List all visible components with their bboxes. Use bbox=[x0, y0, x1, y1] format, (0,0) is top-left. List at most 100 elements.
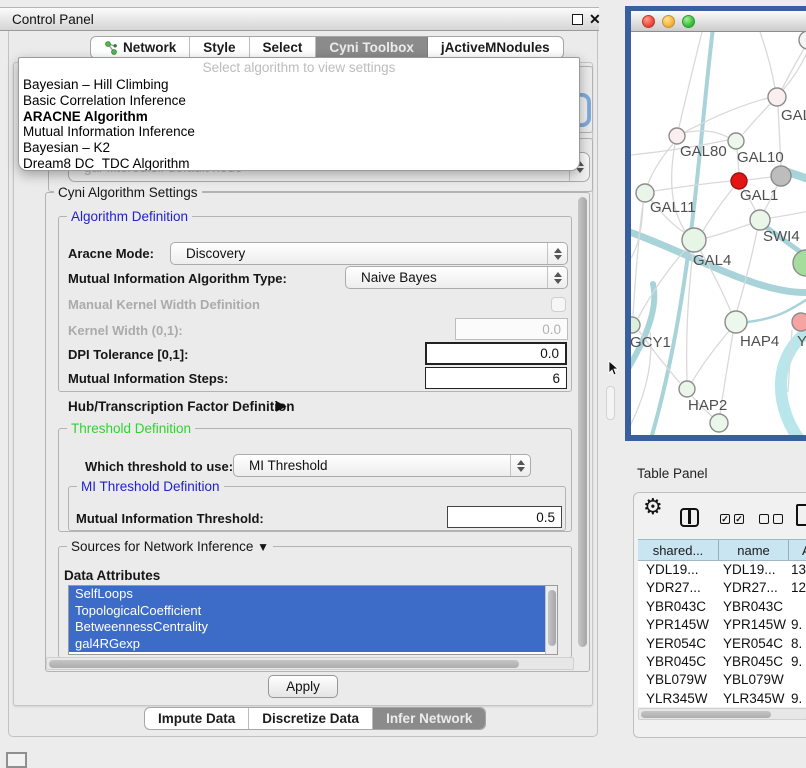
network-node[interactable] bbox=[768, 88, 786, 106]
algorithm-popup-item[interactable]: Dream8 DC_TDC Algorithm bbox=[19, 156, 579, 171]
zoom-traffic-light[interactable] bbox=[682, 15, 695, 28]
table-cell: YDL19... bbox=[646, 561, 718, 579]
table-cell: YPR145W bbox=[646, 616, 718, 634]
table-cell: 8. bbox=[791, 635, 806, 653]
data-attribute-item[interactable]: SelfLoops bbox=[69, 586, 557, 603]
document-icon[interactable] bbox=[796, 504, 806, 526]
tab-discretize-data[interactable]: Discretize Data bbox=[249, 708, 373, 729]
aracne-mode-combo[interactable]: Discovery bbox=[170, 242, 568, 265]
network-node-label: GCY1 bbox=[631, 334, 671, 351]
network-node[interactable] bbox=[725, 311, 747, 333]
mi-steps-label: Mutual Information Steps: bbox=[68, 371, 228, 386]
settings-vertical-scrollbar[interactable] bbox=[578, 197, 587, 647]
algorithm-popup-item[interactable]: ARACNE Algorithm bbox=[19, 109, 579, 125]
data-attribute-item[interactable]: TopologicalCoefficient bbox=[69, 603, 557, 620]
mi-threshold-field[interactable]: 0.5 bbox=[447, 506, 562, 528]
network-node[interactable] bbox=[669, 128, 685, 144]
checked-checkbox-icon[interactable]: ✓ bbox=[734, 514, 744, 524]
table-row[interactable]: YBL079WYBL079W bbox=[638, 671, 806, 689]
network-node[interactable] bbox=[631, 317, 640, 333]
column-header-partial[interactable]: A bbox=[789, 540, 806, 560]
which-threshold-combo[interactable]: MI Threshold bbox=[233, 454, 531, 477]
network-node-label: Y bbox=[797, 333, 806, 350]
tab-cyni-toolbox[interactable]: Cyni Toolbox bbox=[316, 37, 428, 58]
column-header-name[interactable]: name bbox=[719, 540, 789, 560]
chevron-down-icon[interactable]: ▼ bbox=[257, 540, 269, 554]
attributes-scrollbar-track[interactable] bbox=[545, 586, 557, 654]
table-cell: YDR27... bbox=[723, 579, 787, 597]
table-cell: YBR043C bbox=[646, 598, 718, 616]
checked-checkbox-icon[interactable]: ✓ bbox=[720, 514, 730, 524]
network-node[interactable] bbox=[750, 210, 770, 230]
panel-dock-icon[interactable] bbox=[6, 752, 27, 768]
network-node[interactable] bbox=[799, 32, 806, 49]
apply-button[interactable]: Apply bbox=[268, 675, 338, 698]
close-traffic-light[interactable] bbox=[642, 15, 655, 28]
table-cell: YPR145W bbox=[723, 616, 787, 634]
stepper-icon bbox=[547, 267, 567, 288]
mouse-cursor bbox=[605, 360, 619, 376]
algorithm-popup-item[interactable]: Bayesian – Hill Climbing bbox=[19, 77, 579, 93]
network-node[interactable] bbox=[771, 166, 791, 186]
settings-horizontal-scrollbar[interactable] bbox=[46, 657, 574, 670]
table-row[interactable]: YBR045CYBR045C9. bbox=[638, 653, 806, 671]
unchecked-checkbox-icon[interactable] bbox=[773, 514, 783, 524]
algorithm-definition-title: Algorithm Definition bbox=[67, 209, 192, 224]
network-node[interactable] bbox=[682, 228, 706, 252]
algorithm-popup-item[interactable]: Bayesian – K2 bbox=[19, 140, 579, 156]
data-attributes-list[interactable]: SelfLoopsTopologicalCoefficientBetweenne… bbox=[68, 585, 558, 655]
tab-select[interactable]: Select bbox=[250, 37, 317, 58]
tab-jactivemnodules[interactable]: jActiveMNodules bbox=[428, 37, 563, 58]
network-node-label: GAL bbox=[781, 107, 806, 124]
tab-infer-network[interactable]: Infer Network bbox=[373, 708, 485, 729]
manual-kernel-checkbox[interactable] bbox=[551, 297, 566, 312]
gear-icon[interactable]: ⚙ bbox=[643, 494, 663, 520]
table-row[interactable]: YDR27...YDR27...12 bbox=[638, 579, 806, 597]
table-row[interactable]: YPR145WYPR145W9. bbox=[638, 616, 806, 634]
chevron-right-icon[interactable]: ▶ bbox=[276, 397, 287, 414]
column-header-shared-name[interactable]: shared... bbox=[638, 540, 719, 560]
tab-network[interactable]: Network bbox=[91, 37, 190, 58]
which-threshold-label: Which threshold to use: bbox=[85, 459, 233, 474]
table-row[interactable]: YLR345WYLR345W9. bbox=[638, 690, 806, 707]
table-row[interactable]: YER054CYER054C8. bbox=[638, 635, 806, 653]
dpi-tolerance-field[interactable]: 0.0 bbox=[425, 342, 567, 365]
data-attribute-item[interactable]: gal4RGexp bbox=[69, 636, 557, 653]
columns-icon[interactable] bbox=[680, 508, 699, 527]
network-node-label: GAL1 bbox=[740, 187, 778, 204]
table-horizontal-scrollbar[interactable] bbox=[638, 708, 806, 720]
table-cell: YBL079W bbox=[646, 671, 718, 689]
table-row[interactable]: YBR043CYBR043C bbox=[638, 598, 806, 616]
table-body[interactable]: YDL19...YDL19...13YDR27...YDR27...12YBR0… bbox=[638, 561, 806, 707]
close-icon[interactable]: ✕ bbox=[589, 11, 601, 28]
network-node-label: HAP2 bbox=[688, 397, 727, 414]
table-cell: YER054C bbox=[723, 635, 787, 653]
network-node[interactable] bbox=[792, 313, 806, 331]
tab-style[interactable]: Style bbox=[190, 37, 249, 58]
settings-horizontal-thumb[interactable] bbox=[49, 660, 519, 668]
unchecked-checkbox-icon[interactable] bbox=[759, 514, 769, 524]
mi-type-combo[interactable]: Naive Bayes bbox=[345, 266, 568, 289]
network-node[interactable] bbox=[728, 133, 744, 149]
table-cell: YDL19... bbox=[723, 561, 787, 579]
splitter-handle[interactable] bbox=[606, 386, 615, 420]
sources-group-title: Sources for Network Inference ▼ bbox=[67, 539, 273, 554]
data-attribute-item[interactable]: BetweennessCentrality bbox=[69, 619, 557, 636]
control-panel-tabs: Network Style Select Cyni Toolbox jActiv… bbox=[90, 36, 564, 59]
algorithm-dropdown-popup: Select algorithm to view settings Bayesi… bbox=[18, 57, 580, 171]
table-horizontal-thumb[interactable] bbox=[641, 711, 771, 718]
minimize-traffic-light[interactable] bbox=[662, 15, 675, 28]
network-node[interactable] bbox=[679, 381, 695, 397]
network-node[interactable] bbox=[710, 414, 728, 432]
manual-kernel-label: Manual Kernel Width Definition bbox=[68, 297, 260, 312]
hub-section-label[interactable]: Hub/Transcription Factor Definition bbox=[68, 399, 295, 414]
float-window-icon[interactable] bbox=[572, 14, 583, 25]
network-node[interactable] bbox=[793, 250, 806, 276]
table-row[interactable]: YDL19...YDL19...13 bbox=[638, 561, 806, 579]
tab-impute-data[interactable]: Impute Data bbox=[145, 708, 249, 729]
network-canvas[interactable]: GAL80GAL10GAL1GAL11SWI4GAL4GCY1HAP4HAP2Y… bbox=[631, 32, 806, 435]
attributes-scrollbar-thumb[interactable] bbox=[548, 590, 556, 646]
algorithm-popup-item[interactable]: Basic Correlation Inference bbox=[19, 93, 579, 109]
algorithm-popup-item[interactable]: Mutual Information Inference bbox=[19, 124, 579, 140]
mi-steps-field[interactable]: 6 bbox=[425, 367, 567, 389]
